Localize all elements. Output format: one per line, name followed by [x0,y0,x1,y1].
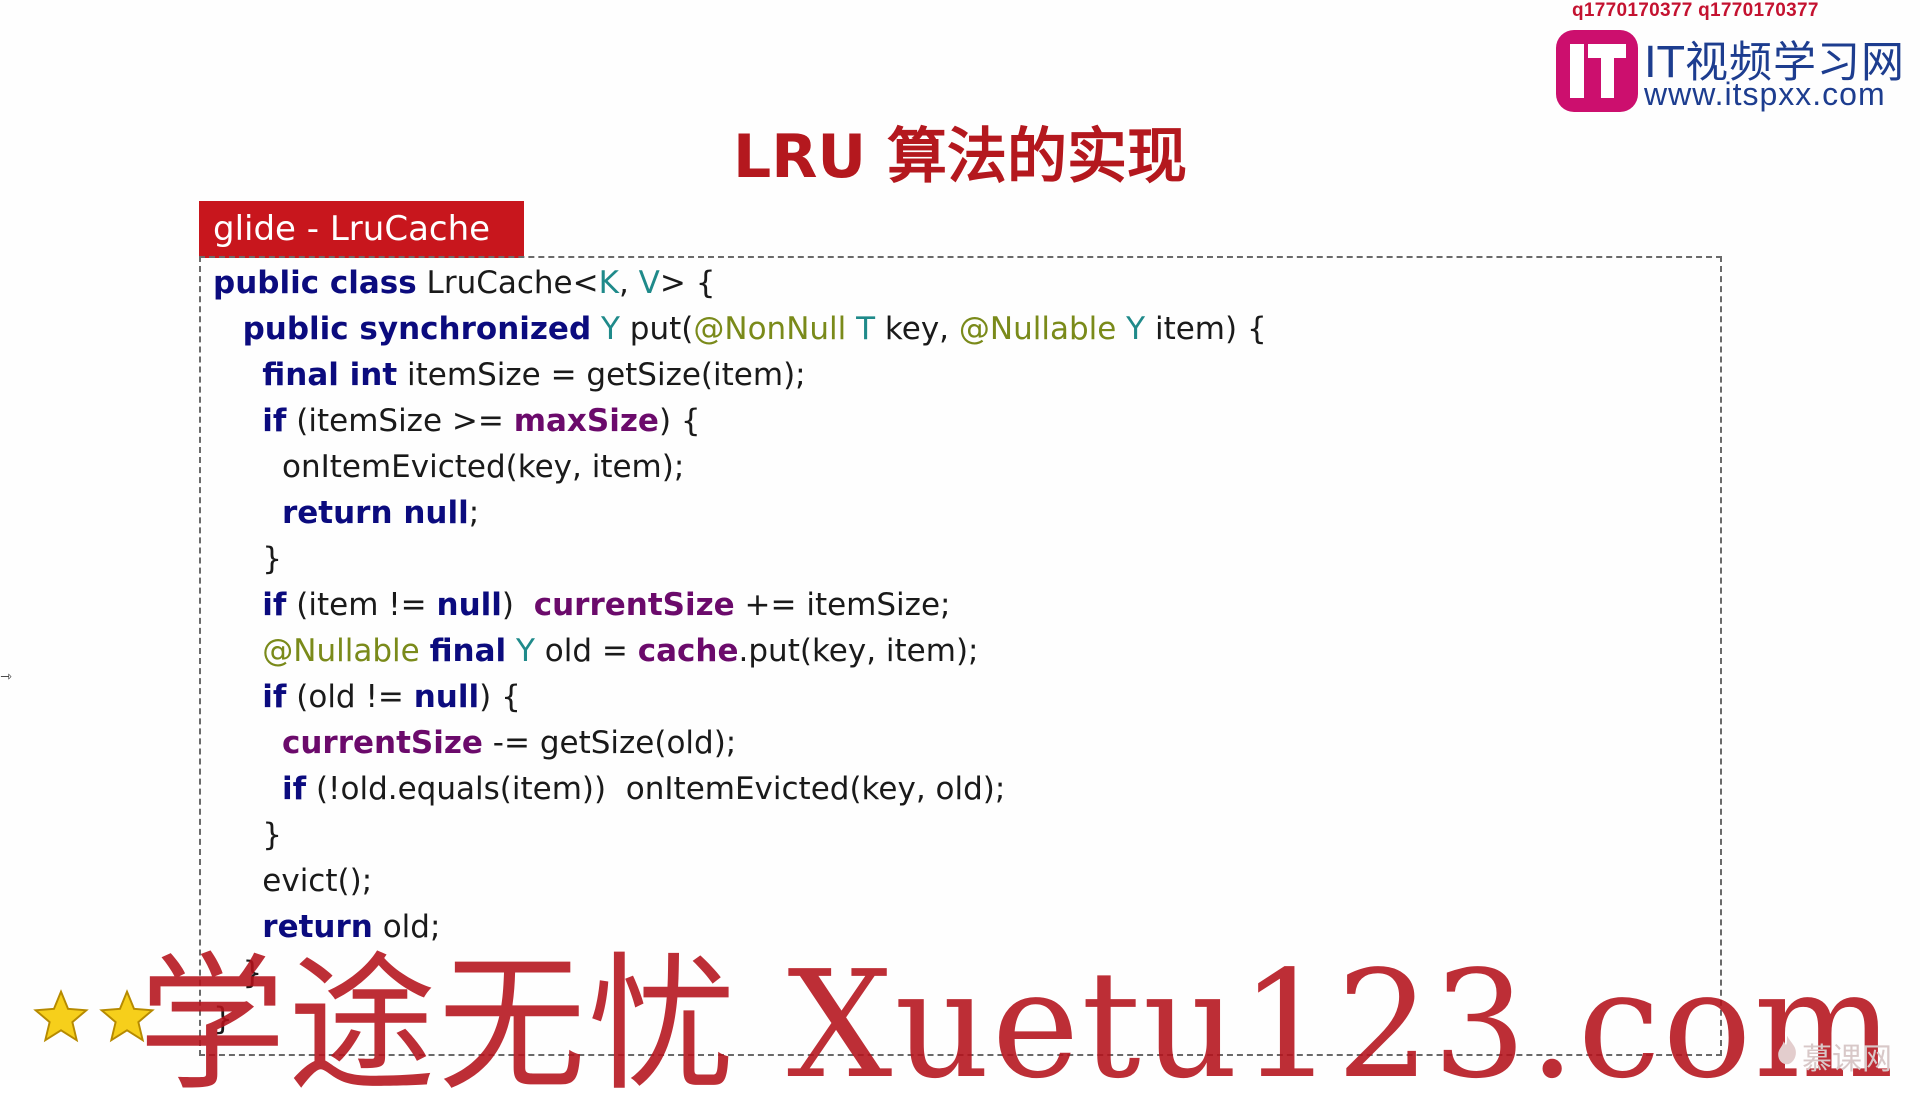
code-token: final int [262,357,398,393]
code-token: > { [659,265,716,301]
code-token: T [856,311,876,347]
code-token: put( [619,311,694,347]
slide-title: LRU 算法的实现 [732,122,1188,192]
code-line: currentSize -= getSize(old); [213,720,1267,766]
code-line: evict(); [213,858,1267,904]
code-token: ) [501,587,534,623]
code-token: key, [875,311,959,347]
code-token: ) { [479,679,521,715]
code-token: } [213,541,282,577]
code-token: @Nullable [958,311,1117,347]
code-line: final int itemSize = getSize(item); [213,352,1267,398]
code-token: Y [516,633,535,669]
it-logo-icon [1556,30,1638,112]
code-token: if [262,679,287,715]
star-icon [99,989,156,1043]
code-token: null [413,679,480,715]
code-token: itemSize = getSize(item); [397,357,806,393]
code-token: final [429,633,507,669]
code-line: } [213,536,1267,582]
code-token: } [213,817,282,853]
code-token: .put(key, item); [738,633,979,669]
slide: q1770170377 q1770170377 IT视频学习网 www.itsp… [0,0,1920,1111]
code-token: old = [534,633,638,669]
brand-url: www.itspxx.com [1644,76,1886,112]
code-line: public class LruCache<K, V> { [213,260,1267,306]
code-token: @NonNull [693,311,847,347]
code-token: ; [468,495,480,531]
code-token: Y [1126,311,1146,347]
stars [32,988,160,1051]
code-token: null [436,587,502,623]
code-token: evict(); [213,863,373,899]
code-token: (item != [286,587,437,623]
code-token: return null [281,495,469,531]
flame-icon [1778,1035,1796,1065]
code-token: if [281,771,307,807]
overlay-watermark: 学途无忧 Xuetu123.com [138,939,1896,1111]
code-token: LruCache< [416,265,599,301]
code-token: += itemSize; [734,587,951,623]
code-line: public synchronized Y put(@NonNull T key… [213,306,1267,352]
code-line: onItemEvicted(key, item); [213,444,1267,490]
code-line: if (itemSize >= maxSize) { [213,398,1267,444]
code-line: if (!old.equals(item)) onItemEvicted(key… [213,766,1267,812]
code-token: maxSize [513,403,659,439]
code-token: currentSize [533,587,735,623]
code-line: if (old != null) { [213,674,1267,720]
code-token: (old != [286,679,414,715]
code-token: if [262,403,287,439]
code-token: (itemSize >= [286,403,514,439]
code-token: if [262,587,287,623]
bottom-brand: 慕课网 [1802,1042,1892,1077]
code-line: return null; [213,490,1267,536]
code-token: public class [213,265,417,301]
code-token: public synchronized [242,311,592,347]
code-token: V [638,265,660,301]
code-line: } [213,812,1267,858]
code-token: Y [601,311,620,347]
code-token: item) { [1145,311,1267,347]
code-token: ) { [658,403,701,439]
code-token: @Nullable [262,633,420,669]
code-line: if (item != null) currentSize += itemSiz… [213,582,1267,628]
cursor-icon: ⇾ [0,669,12,685]
code-token: , [618,265,639,301]
code-token: K [598,265,619,301]
code-token: (!old.equals(item)) onItemEvicted(key, o… [306,771,1006,807]
code-token: onItemEvicted(key, item); [213,449,685,485]
code-token: currentSize [281,725,483,761]
code-line: @Nullable final Y old = cache.put(key, i… [213,628,1267,674]
qq-watermark: q1770170377 q1770170377 [1572,0,1819,21]
code-token: cache [637,633,739,669]
star-icon [33,989,89,1043]
code-label: glide - LruCache [199,201,524,258]
code-token: -= getSize(old); [482,725,737,761]
